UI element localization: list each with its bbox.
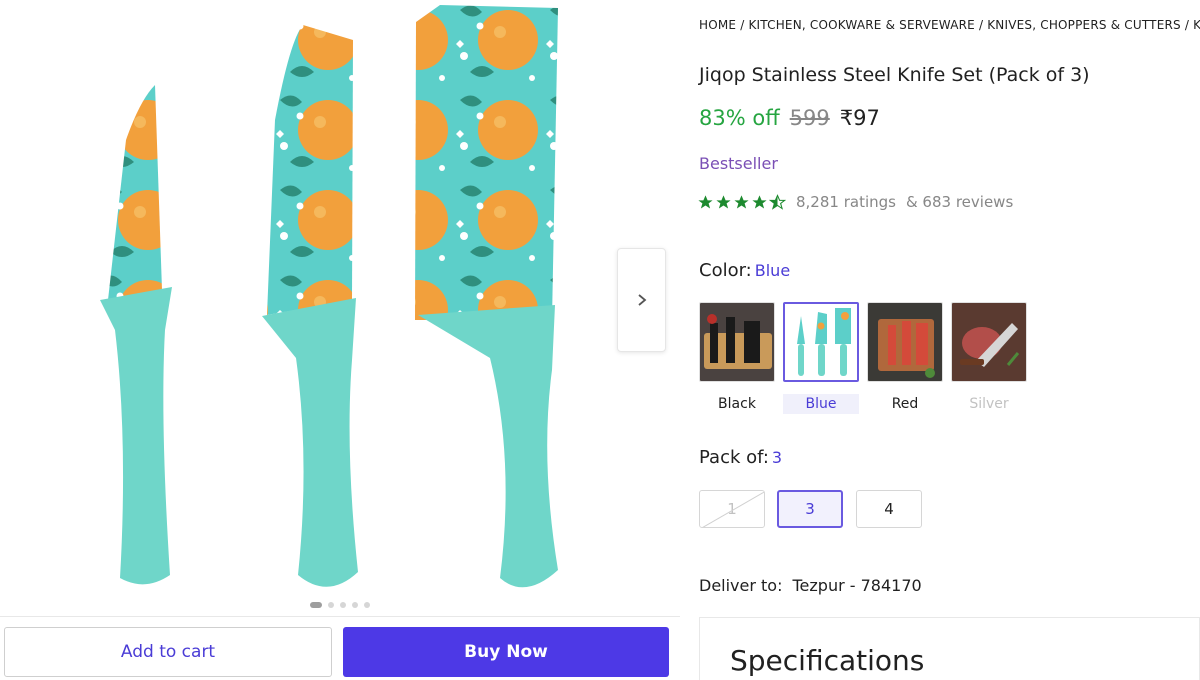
pack-option-label: 3 bbox=[805, 500, 815, 518]
ratings-count: 8,281 ratings bbox=[796, 193, 896, 211]
carousel-indicator bbox=[0, 600, 680, 610]
chevron-right-icon bbox=[637, 294, 646, 306]
half-star-icon bbox=[769, 193, 786, 210]
pack-option-3[interactable]: 3 bbox=[777, 490, 843, 528]
add-to-cart-button[interactable]: Add to cart bbox=[4, 627, 332, 677]
star-icon bbox=[734, 194, 749, 209]
deliver-label: Deliver to: bbox=[699, 576, 783, 595]
star-rating bbox=[697, 193, 786, 211]
pack-heading: Pack of: 3 bbox=[699, 447, 782, 468]
selected-pack: 3 bbox=[771, 448, 783, 467]
color-label: Color: bbox=[699, 260, 752, 281]
product-image bbox=[100, 5, 558, 588]
color-option-black[interactable]: Black bbox=[699, 394, 775, 414]
black-knife-thumbnail bbox=[700, 303, 774, 381]
carousel-dot[interactable] bbox=[310, 602, 322, 608]
pack-option-1[interactable]: 1 bbox=[699, 490, 765, 528]
selected-color: Blue bbox=[754, 261, 791, 280]
carousel-dot[interactable] bbox=[352, 602, 358, 608]
breadcrumb[interactable]: HOME / KITCHEN, COOKWARE & SERVEWARE / K… bbox=[699, 18, 1200, 32]
specifications-card[interactable]: Specifications bbox=[699, 617, 1200, 680]
original-price: 599 bbox=[789, 106, 830, 130]
carousel-dot[interactable] bbox=[340, 602, 346, 608]
delivery-pincode: Tezpur - 784170 bbox=[792, 576, 922, 595]
unavailable-strike bbox=[702, 491, 764, 527]
star-icon bbox=[698, 194, 713, 209]
reviews-count: & 683 reviews bbox=[905, 193, 1014, 211]
selling-price: ₹97 bbox=[839, 106, 880, 130]
star-icon bbox=[716, 194, 731, 209]
specifications-heading: Specifications bbox=[730, 644, 925, 677]
carousel-dot[interactable] bbox=[328, 602, 334, 608]
color-heading: Color: Blue bbox=[699, 260, 790, 281]
bestseller-badge: Bestseller bbox=[699, 154, 778, 173]
next-image-button[interactable] bbox=[617, 248, 666, 352]
price-row: 83% off 599 ₹97 bbox=[699, 106, 880, 130]
silver-knife-thumbnail bbox=[952, 303, 1026, 381]
rating-row[interactable]: 8,281 ratings & 683 reviews bbox=[697, 193, 1013, 211]
pack-option-label: 4 bbox=[884, 500, 894, 518]
color-swatch-silver[interactable] bbox=[951, 302, 1027, 382]
color-swatch-black[interactable] bbox=[699, 302, 775, 382]
divider bbox=[0, 616, 680, 617]
delivery-location[interactable]: Deliver to: Tezpur - 784170 bbox=[699, 576, 922, 595]
color-option-red[interactable]: Red bbox=[867, 394, 943, 414]
carousel-dot[interactable] bbox=[364, 602, 370, 608]
color-swatch-red[interactable] bbox=[867, 302, 943, 382]
discount-percent: 83% off bbox=[699, 106, 780, 130]
pack-label: Pack of: bbox=[699, 447, 769, 468]
color-option-silver[interactable]: Silver bbox=[951, 394, 1027, 414]
product-image-gallery[interactable] bbox=[0, 0, 680, 616]
color-option-blue[interactable]: Blue bbox=[783, 394, 859, 414]
buy-now-button[interactable]: Buy Now bbox=[343, 627, 669, 677]
red-knife-thumbnail bbox=[868, 303, 942, 381]
pack-option-4[interactable]: 4 bbox=[856, 490, 922, 528]
star-icon bbox=[752, 194, 767, 209]
color-swatch-blue[interactable] bbox=[783, 302, 859, 382]
blue-knife-thumbnail bbox=[785, 304, 857, 380]
product-title: Jiqop Stainless Steel Knife Set (Pack of… bbox=[699, 64, 1090, 86]
